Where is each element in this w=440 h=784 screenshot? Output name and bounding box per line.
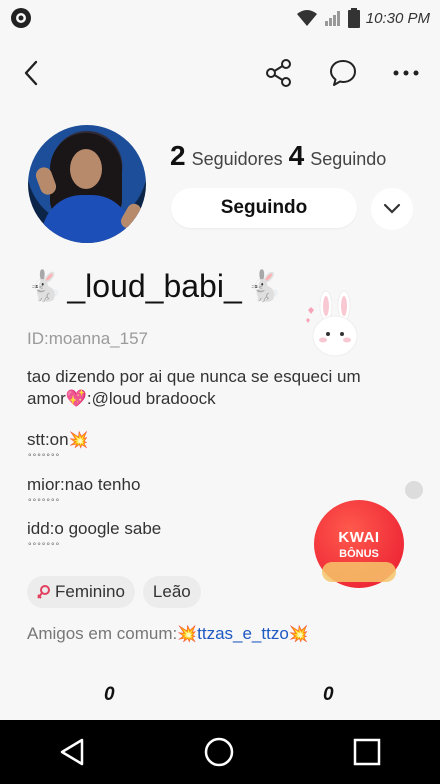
following-label[interactable]: Seguindo bbox=[310, 149, 386, 170]
follow-options-button[interactable] bbox=[371, 188, 413, 230]
username: 🐇 _loud_babi_ 🐇 bbox=[26, 268, 283, 305]
share-icon[interactable] bbox=[264, 58, 294, 88]
mutual-friend-link[interactable]: ttzas_e_ttzo bbox=[197, 624, 289, 644]
coins-icon bbox=[322, 562, 396, 582]
chevron-down-icon bbox=[383, 203, 401, 214]
bio-idd: idd:o google sabe bbox=[27, 519, 162, 538]
notification-icon bbox=[11, 8, 31, 28]
profile-tags: Feminino Leão bbox=[27, 576, 201, 608]
heart-icon: 💖 bbox=[65, 389, 87, 408]
bio-text: amor bbox=[27, 389, 66, 408]
dots-divider: °°°°°°° bbox=[28, 541, 61, 551]
nav-home-icon[interactable] bbox=[203, 736, 235, 768]
rabbit-icon: 🐇 bbox=[245, 270, 284, 303]
burst-icon: 💥 bbox=[177, 626, 198, 643]
bio-stt: stt:on💥 bbox=[27, 430, 89, 449]
bio-mior: mior:nao tenho bbox=[27, 475, 141, 494]
followers-label[interactable]: Seguidores bbox=[192, 149, 283, 170]
back-icon[interactable] bbox=[20, 59, 44, 87]
count-value: 0 bbox=[323, 684, 334, 705]
dots-divider: °°°°°°° bbox=[28, 452, 61, 462]
status-bar: 10:30 PM bbox=[0, 0, 440, 36]
gender-tag: Feminino bbox=[27, 576, 135, 608]
bio-line: tao dizendo por ai que nunca se esqueci … bbox=[27, 367, 361, 386]
burst-icon: 💥 bbox=[288, 626, 309, 643]
rabbit-icon: 🐇 bbox=[26, 270, 64, 303]
battery-icon bbox=[347, 8, 360, 28]
avatar[interactable] bbox=[28, 125, 146, 243]
followers-count[interactable]: 2 bbox=[170, 140, 186, 172]
bio: tao dizendo por ai que nunca se esqueci … bbox=[27, 366, 417, 410]
more-icon[interactable] bbox=[392, 68, 420, 78]
profile-stats: 2 Seguidores 4 Seguindo bbox=[170, 140, 386, 172]
count-value: 0 bbox=[104, 684, 115, 705]
burst-icon: 💥 bbox=[68, 432, 89, 449]
female-icon bbox=[37, 585, 50, 599]
wifi-icon bbox=[296, 10, 317, 26]
following-count[interactable]: 4 bbox=[289, 140, 305, 172]
nav-recents-icon[interactable] bbox=[352, 737, 382, 767]
user-id: ID:moanna_157 bbox=[27, 329, 148, 348]
nav-back-icon[interactable] bbox=[58, 737, 86, 767]
top-bar bbox=[0, 46, 440, 100]
username-text: _loud_babi_ bbox=[67, 268, 242, 304]
bunny-sticker-icon bbox=[306, 290, 358, 357]
dots-divider: °°°°°°° bbox=[28, 497, 61, 507]
mutual-friends: Amigos em comum: 💥 ttzas_e_ttzo 💥 bbox=[27, 624, 309, 644]
kwai-close-button[interactable] bbox=[405, 481, 423, 499]
bio-mention: :@loud bradoock bbox=[86, 389, 216, 408]
kwai-bonus-button[interactable]: KWAI BÔNUS bbox=[314, 500, 404, 588]
system-nav-bar bbox=[0, 720, 440, 784]
mutual-label: Amigos em comum: bbox=[27, 624, 178, 643]
kwai-label: KWAI bbox=[338, 528, 380, 546]
chat-icon[interactable] bbox=[328, 58, 358, 88]
signal-icon bbox=[324, 11, 340, 26]
following-button[interactable]: Seguindo bbox=[171, 188, 357, 228]
bonus-label: BÔNUS bbox=[339, 547, 379, 560]
zodiac-tag: Leão bbox=[142, 576, 201, 608]
status-time: 10:30 PM bbox=[365, 9, 430, 27]
